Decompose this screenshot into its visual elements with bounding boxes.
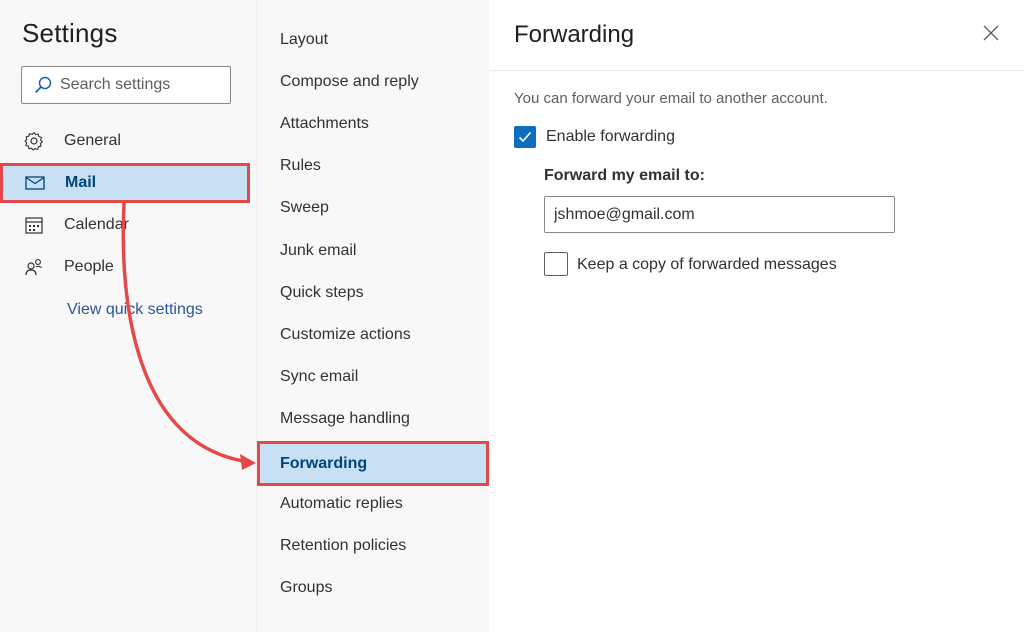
section-sweep[interactable]: Sweep <box>280 199 329 217</box>
section-compose-and-reply[interactable]: Compose and reply <box>280 73 419 91</box>
search-box[interactable] <box>21 66 231 104</box>
checkmark-icon <box>518 131 532 143</box>
section-automatic-replies[interactable]: Automatic replies <box>280 495 403 513</box>
section-groups[interactable]: Groups <box>280 579 332 597</box>
calendar-icon <box>24 215 52 235</box>
forwarding-description: You can forward your email to another ac… <box>514 90 828 107</box>
close-button[interactable] <box>980 22 1002 44</box>
settings-title: Settings <box>22 18 118 48</box>
people-icon <box>24 257 52 277</box>
section-message-handling[interactable]: Message handling <box>280 410 410 428</box>
view-quick-settings-link[interactable]: View quick settings <box>67 301 203 319</box>
close-icon <box>983 25 999 41</box>
section-attachments[interactable]: Attachments <box>280 115 369 133</box>
section-customize-actions[interactable]: Customize actions <box>280 326 411 344</box>
nav-item-calendar[interactable]: Calendar <box>10 206 248 244</box>
forwarding-panel: Forwarding You can forward your email to… <box>490 0 1024 632</box>
enable-forwarding-label[interactable]: Enable forwarding <box>546 128 675 146</box>
nav-item-label: General <box>64 132 121 149</box>
enable-forwarding-checkbox[interactable] <box>514 126 536 148</box>
settings-nav-pane: Settings General Mail <box>0 0 256 632</box>
nav-item-general[interactable]: General <box>10 122 248 160</box>
keep-copy-label[interactable]: Keep a copy of forwarded messages <box>577 256 837 274</box>
section-sync-email[interactable]: Sync email <box>280 368 358 386</box>
section-quick-steps[interactable]: Quick steps <box>280 284 364 302</box>
panel-title: Forwarding <box>514 21 635 48</box>
divider <box>490 70 1024 71</box>
nav-item-label: Calendar <box>64 216 129 233</box>
section-layout[interactable]: Layout <box>280 31 328 49</box>
nav-item-people[interactable]: People <box>10 248 248 286</box>
section-retention-policies[interactable]: Retention policies <box>280 537 406 555</box>
nav-item-mail[interactable]: Mail <box>0 163 250 203</box>
forward-to-label: Forward my email to: <box>544 167 705 184</box>
section-junk-email[interactable]: Junk email <box>280 242 356 260</box>
mail-icon <box>25 175 53 191</box>
forward-email-input[interactable] <box>544 196 895 233</box>
gear-icon <box>24 131 52 151</box>
section-rules[interactable]: Rules <box>280 157 321 175</box>
nav-item-label: Mail <box>65 174 97 191</box>
nav-item-label: People <box>64 258 114 275</box>
mail-sections-pane: Layout Compose and reply Attachments Rul… <box>256 0 489 632</box>
search-icon <box>35 76 52 93</box>
section-forwarding[interactable]: Forwarding <box>257 441 489 486</box>
keep-copy-checkbox[interactable] <box>544 252 568 276</box>
search-input[interactable] <box>60 76 210 94</box>
